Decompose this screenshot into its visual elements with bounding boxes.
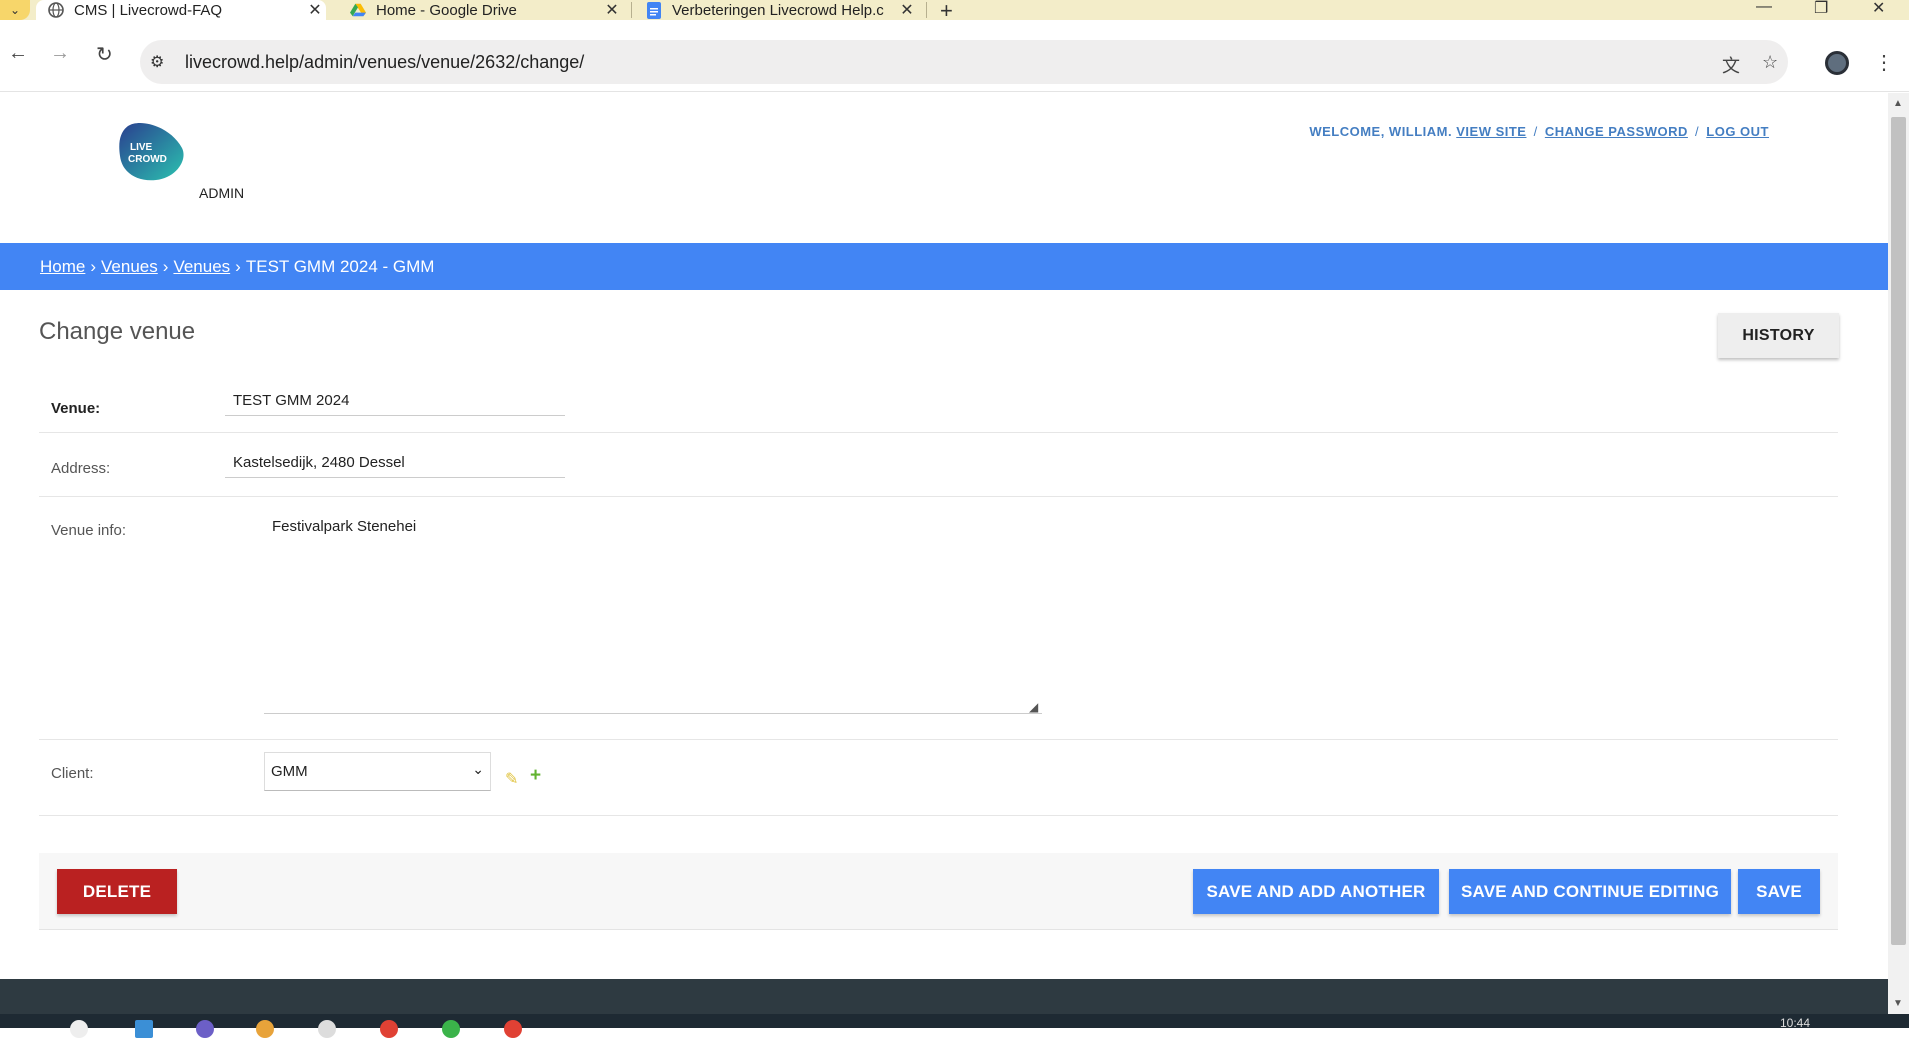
- separator: /: [1533, 124, 1538, 139]
- history-button[interactable]: HISTORY: [1718, 313, 1839, 358]
- taskbar-app-icon[interactable]: [442, 1020, 460, 1038]
- breadcrumb: Home › Venues › Venues › TEST GMM 2024 - GMM: [0, 243, 1888, 290]
- scroll-up-icon[interactable]: ▲: [1893, 98, 1903, 109]
- google-drive-icon: [350, 2, 366, 18]
- tab-title: Home - Google Drive: [376, 1, 517, 19]
- view-site-link[interactable]: VIEW SITE: [1456, 124, 1526, 139]
- separator: /: [1695, 124, 1700, 139]
- client-select[interactable]: GMM ⌄: [264, 752, 491, 791]
- page-footer: [0, 979, 1888, 1014]
- globe-icon: [48, 2, 64, 18]
- scrollbar-thumb[interactable]: [1891, 117, 1906, 945]
- logo-text: CROWD: [128, 154, 167, 165]
- translate-icon[interactable]: 文: [1722, 52, 1740, 78]
- close-tab-icon[interactable]: ✕: [896, 0, 918, 20]
- taskbar-app-icon[interactable]: [318, 1020, 336, 1038]
- close-tab-icon[interactable]: ✕: [304, 0, 326, 20]
- livecrowd-logo[interactable]: LIVE CROWD: [118, 120, 186, 182]
- breadcrumb-venues-app[interactable]: Venues: [101, 257, 158, 276]
- venue-input[interactable]: [225, 386, 565, 416]
- bookmark-star-icon[interactable]: ☆: [1762, 52, 1778, 73]
- tab-title: Verbeteringen Livecrowd Help.c: [672, 1, 884, 19]
- tab-title: CMS | Livecrowd-FAQ: [74, 1, 223, 19]
- client-selected-value: GMM: [271, 763, 308, 780]
- tab-google-drive[interactable]: Home - Google Drive ✕: [338, 0, 623, 20]
- add-plus-icon[interactable]: +: [530, 765, 541, 787]
- taskbar-app-icon[interactable]: [196, 1020, 214, 1038]
- venue-label: Venue:: [51, 400, 101, 417]
- venue-info-label: Venue info:: [51, 522, 127, 539]
- save-button[interactable]: SAVE: [1738, 869, 1820, 914]
- forward-icon[interactable]: →: [50, 42, 70, 65]
- tab-cms[interactable]: CMS | Livecrowd-FAQ ✕: [36, 0, 326, 20]
- reload-icon[interactable]: ↻: [96, 42, 113, 67]
- change-password-link[interactable]: CHANGE PASSWORD: [1545, 124, 1688, 139]
- menu-kebab-icon[interactable]: ⋮: [1874, 50, 1894, 75]
- save-and-add-another-button[interactable]: SAVE AND ADD ANOTHER: [1193, 869, 1439, 914]
- address-input[interactable]: [225, 448, 565, 478]
- tab-divider: [631, 2, 632, 18]
- google-docs-icon: [646, 1, 662, 19]
- tab-divider: [926, 2, 927, 18]
- breadcrumb-arrow: ›: [162, 257, 169, 276]
- client-label: Client:: [51, 765, 94, 782]
- edit-pencil-icon[interactable]: ✎: [505, 769, 518, 789]
- close-tab-icon[interactable]: ✕: [601, 0, 623, 20]
- breadcrumb-arrow: ›: [235, 257, 241, 276]
- chevron-down-icon: ⌄: [472, 761, 484, 777]
- welcome-text: WELCOME, WILLIAM.: [1309, 124, 1453, 139]
- breadcrumb-venues-model[interactable]: Venues: [173, 257, 230, 276]
- back-icon[interactable]: ←: [8, 42, 28, 65]
- tab-google-docs[interactable]: Verbeteringen Livecrowd Help.c ✕: [634, 0, 918, 20]
- venue-info-textarea[interactable]: Festivalpark Stenehei: [264, 515, 1042, 714]
- address-label: Address:: [51, 460, 111, 477]
- scroll-down-icon[interactable]: ▼: [1893, 998, 1903, 1009]
- url-text[interactable]: livecrowd.help/admin/venues/venue/2632/c…: [185, 52, 584, 73]
- breadcrumb-current: TEST GMM 2024 - GMM: [245, 257, 435, 276]
- site-settings-icon[interactable]: ⚙: [150, 52, 164, 72]
- breadcrumb-arrow: ›: [90, 257, 97, 276]
- delete-button[interactable]: DELETE: [57, 869, 177, 914]
- page-title: Change venue: [39, 318, 196, 345]
- close-window-icon[interactable]: ✕: [1872, 0, 1885, 18]
- logo-text: LIVE: [130, 142, 153, 153]
- restore-icon[interactable]: ❐: [1814, 0, 1828, 18]
- tab-search-chevron-icon[interactable]: ⌄: [0, 0, 30, 20]
- admin-label: ADMIN: [199, 185, 245, 201]
- start-icon[interactable]: [70, 1020, 88, 1038]
- taskbar-app-icon[interactable]: [256, 1020, 274, 1038]
- os-taskbar: [0, 1014, 1909, 1028]
- log-out-link[interactable]: LOG OUT: [1706, 124, 1769, 139]
- resize-handle-icon[interactable]: ◢: [1029, 700, 1038, 714]
- taskbar-app-icon[interactable]: [504, 1020, 522, 1038]
- user-tools: WELCOME, WILLIAM. VIEW SITE / CHANGE PAS…: [1309, 124, 1769, 139]
- profile-avatar[interactable]: [1825, 51, 1849, 75]
- minimize-icon[interactable]: —: [1756, 0, 1772, 16]
- taskbar-app-icon[interactable]: [380, 1020, 398, 1038]
- save-and-continue-button[interactable]: SAVE AND CONTINUE EDITING: [1449, 869, 1731, 914]
- breadcrumb-home[interactable]: Home: [40, 257, 85, 276]
- taskbar-app-icon[interactable]: [135, 1020, 153, 1038]
